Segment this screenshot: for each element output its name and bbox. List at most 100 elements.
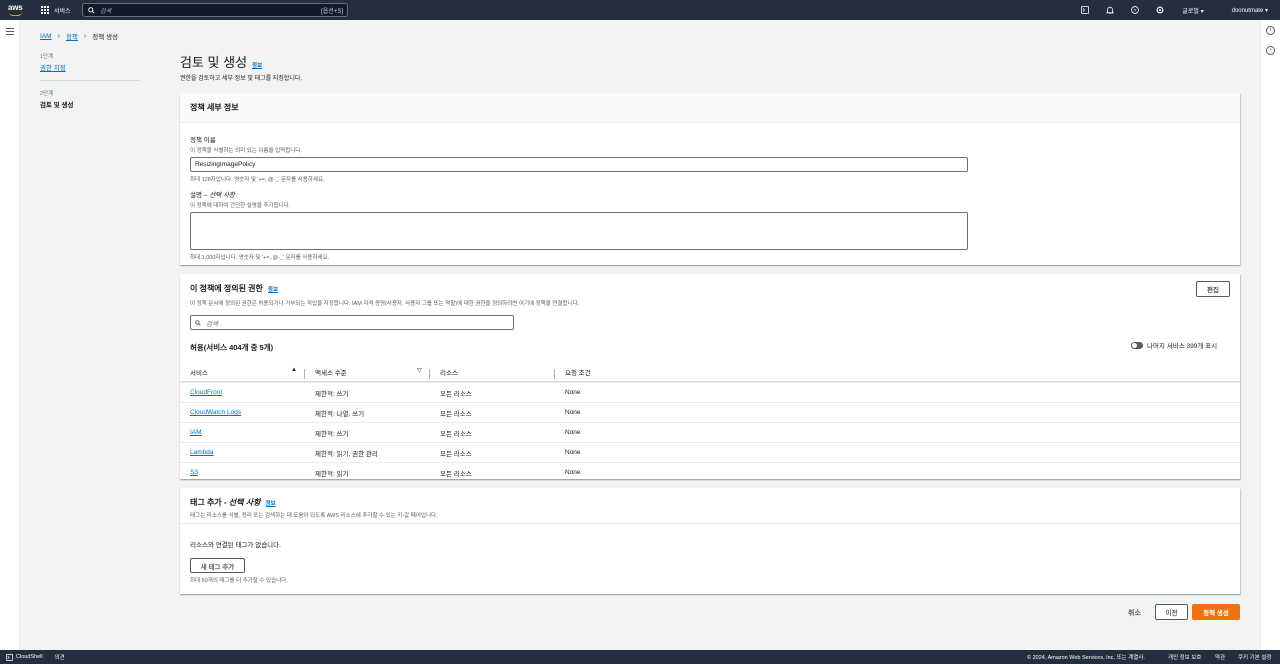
policy-name-hint: 이 정책을 식별하는 의미 있는 이름을 입력합니다.: [190, 148, 302, 154]
footer: CloudShell 의견 © 2024, Amazon Web Service…: [0, 650, 1280, 664]
policy-details-panel: 정책 세부 정보 정책 이름 이 정책을 식별하는 의미 있는 이름을 입력합니…: [180, 93, 1240, 265]
breadcrumb-current: 정책 생성: [92, 34, 118, 41]
wizard-steps: 1단계 권한 지정 2단계 검토 및 생성: [40, 52, 140, 109]
permissions-description: 이 정책 문서에 정의된 권한은 허용되거나 거부되는 작업을 지정합니다. I…: [190, 301, 580, 307]
table-row: Lambda 제한적: 읽기, 권한 관리 모든 리소스 None: [180, 442, 1240, 462]
description-textarea[interactable]: [190, 212, 968, 250]
page-title-text: 검토 및 생성: [180, 55, 248, 70]
policy-details-header: 정책 세부 정보: [180, 93, 1240, 123]
page-info-link[interactable]: 정보: [252, 61, 262, 69]
privacy-link[interactable]: 개인 정보 보호: [1168, 653, 1201, 661]
breadcrumb: IAM › 정책 › 정책 생성: [40, 31, 118, 42]
access-level-cell: 제한적: 쓰기: [315, 430, 349, 438]
region-label: 글로벌: [1182, 8, 1199, 15]
condition-cell: None: [565, 409, 581, 416]
service-link-iam[interactable]: IAM: [190, 429, 202, 436]
column-header-service[interactable]: 서비스 ▲: [180, 366, 305, 379]
cloudshell-icon[interactable]: [1072, 0, 1097, 20]
account-menu[interactable]: doonutmate ▾: [1232, 7, 1268, 14]
chevron-right-icon: ›: [83, 32, 87, 40]
show-remaining-toggle[interactable]: 나머지 서비스 399개 표시: [1131, 340, 1217, 350]
table-row: IAM 제한적: 쓰기 모든 리소스 None: [180, 422, 1240, 442]
toggle-label: 나머지 서비스 399개 표시: [1147, 343, 1218, 350]
permissions-search-input[interactable]: 검색: [190, 315, 514, 330]
cloudshell-footer-button[interactable]: CloudShell: [6, 653, 43, 661]
services-menu-button[interactable]: 서비스: [41, 6, 71, 15]
condition-cell: None: [565, 429, 581, 436]
permissions-panel: 이 정책에 정의된 권한 정보 이 정책 문서에 정의된 권한은 허용되거나 거…: [180, 274, 1240, 479]
service-link-cloudwatch-logs[interactable]: CloudWatch Logs: [190, 409, 241, 416]
hamburger-menu-icon[interactable]: [6, 28, 14, 37]
tools-panel-icon[interactable]: ›: [1266, 46, 1275, 55]
copyright-text: © 2024, Amazon Web Services, Inc. 또는 계열사…: [1027, 655, 1145, 661]
service-link-s3[interactable]: S3: [190, 469, 198, 476]
help-icon[interactable]: ?: [1122, 0, 1147, 20]
info-panel-icon[interactable]: i: [1266, 26, 1275, 35]
region-selector[interactable]: 글로벌 ▾: [1182, 6, 1203, 15]
top-navigation-bar: aws 서비스 검색 [옵션+S] ? 글로벌 ▾ doonutmate ▾: [0, 0, 1280, 20]
aws-logo[interactable]: aws: [7, 2, 25, 18]
notifications-bell-icon[interactable]: [1097, 0, 1122, 20]
permissions-info-link[interactable]: 정보: [268, 285, 278, 293]
toggle-switch[interactable]: [1131, 341, 1143, 349]
create-policy-button[interactable]: 정책 생성: [1192, 604, 1240, 620]
service-link-lambda[interactable]: Lambda: [190, 449, 214, 456]
grid-icon: [41, 6, 49, 14]
column-header-resource[interactable]: 리소스: [430, 367, 555, 379]
resource-cell: 모든 리소스: [440, 390, 472, 398]
edit-button[interactable]: 편집: [1196, 281, 1230, 297]
sort-descending-icon: ▽: [417, 367, 422, 374]
tags-panel: 태그 추가 - 선택 사항 정보 태그는 리소스를 식별, 정리 또는 검색하는…: [180, 488, 1240, 594]
column-header-access-level[interactable]: 액세스 수준 ▽: [305, 367, 430, 379]
tags-description: 태그는 리소스를 식별, 정리 또는 검색하는 데 도움이 되도록 AWS 리소…: [190, 513, 438, 519]
permissions-search-placeholder: 검색: [206, 320, 218, 328]
resource-cell: 모든 리소스: [440, 450, 472, 458]
policy-name-input[interactable]: ResizingImagePolicy: [190, 157, 968, 172]
feedback-link[interactable]: 의견: [55, 653, 65, 661]
search-icon: [195, 319, 201, 326]
step-1-link[interactable]: 권한 지정: [40, 62, 140, 72]
no-tags-message: 리소스와 연결된 태그가 없습니다.: [190, 542, 281, 549]
description-label: 설명 – 선택 사항: [190, 189, 968, 199]
search-shortcut: [옵션+S]: [321, 8, 343, 15]
aws-logo-text: aws: [8, 3, 23, 12]
description-constraint: 최대 1,000자입니다. 영숫자 및 '+=,.@-_' 문자를 사용하세요.: [190, 255, 330, 261]
allow-title: 허용(서비스 404개 중 5개): [190, 343, 274, 352]
global-search-input[interactable]: 검색 [옵션+S]: [82, 3, 348, 17]
step-1-number: 1단계: [40, 54, 54, 60]
step-2-current: 검토 및 생성: [40, 102, 74, 109]
right-rail: i ›: [1260, 20, 1280, 650]
access-level-cell: 제한적: 나열, 쓰기: [315, 410, 365, 418]
tags-header: 태그 추가 - 선택 사항 정보: [180, 488, 1240, 508]
access-level-cell: 제한적: 쓰기: [315, 390, 349, 398]
resource-cell: 모든 리소스: [440, 470, 472, 478]
page-title: 검토 및 생성 정보: [180, 52, 262, 71]
policy-name-label: 정책 이름: [190, 137, 216, 144]
access-level-cell: 제한적: 읽기: [315, 470, 349, 478]
table-row: CloudWatch Logs 제한적: 나열, 쓰기 모든 리소스 None: [180, 402, 1240, 422]
left-rail: [0, 20, 20, 650]
settings-gear-icon[interactable]: [1147, 0, 1172, 20]
condition-cell: None: [565, 389, 581, 396]
permissions-header: 이 정책에 정의된 권한 정보: [180, 274, 1240, 294]
permissions-header-text: 이 정책에 정의된 권한: [190, 284, 263, 293]
cancel-button[interactable]: 취소: [1128, 608, 1141, 618]
permissions-table: 서비스 ▲ 액세스 수준 ▽ 리소스 요청 조건 CloudFront 제한적: 쓰…: [180, 362, 1240, 482]
table-header-row: 서비스 ▲ 액세스 수준 ▽ 리소스 요청 조건: [180, 362, 1240, 382]
add-tag-button[interactable]: 새 태그 추가: [190, 558, 245, 573]
breadcrumb-iam[interactable]: IAM: [40, 33, 52, 40]
table-row: CloudFront 제한적: 쓰기 모든 리소스 None: [180, 382, 1240, 402]
table-row: S3 제한적: 읽기 모든 리소스 None: [180, 462, 1240, 482]
terms-link[interactable]: 약관: [1215, 653, 1225, 661]
services-label: 서비스: [54, 8, 71, 15]
breadcrumb-policies[interactable]: 정책: [66, 31, 78, 41]
column-header-request-condition[interactable]: 요청 조건: [555, 367, 680, 377]
tags-optional-text: 선택 사항: [228, 498, 261, 507]
previous-button[interactable]: 이전: [1155, 604, 1188, 620]
service-link-cloudfront[interactable]: CloudFront: [190, 389, 222, 396]
cookie-preferences-link[interactable]: 쿠키 기본 설정: [1238, 653, 1271, 661]
resource-cell: 모든 리소스: [440, 430, 472, 438]
account-label: doonutmate: [1231, 7, 1264, 14]
tags-info-link[interactable]: 정보: [265, 499, 275, 507]
sort-ascending-icon: ▲: [291, 366, 297, 373]
